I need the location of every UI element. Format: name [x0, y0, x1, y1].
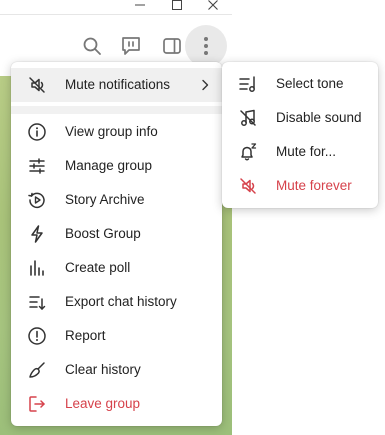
- poll-icon: [27, 258, 47, 278]
- mute-submenu: Select tone Disable sound Mute for... Mu…: [222, 62, 378, 208]
- sliders-icon: [27, 156, 47, 176]
- broom-icon: [27, 360, 47, 380]
- more-vertical-icon: [204, 37, 208, 55]
- lightning-icon: [27, 224, 47, 244]
- bell-sleep-icon: [238, 142, 258, 162]
- bell-off-icon: [27, 75, 47, 95]
- close-icon: [208, 0, 218, 10]
- more-options-button[interactable]: [185, 25, 227, 67]
- menu-item-export-chat-history[interactable]: Export chat history: [11, 285, 222, 319]
- menu-item-leave-group[interactable]: Leave group: [11, 387, 222, 421]
- close-button[interactable]: [195, 0, 231, 14]
- live-stream-icon: [122, 37, 140, 55]
- menu-item-manage-group[interactable]: Manage group: [11, 149, 222, 183]
- live-stream-button[interactable]: [118, 33, 144, 59]
- menu-item-boost-group[interactable]: Boost Group: [11, 217, 222, 251]
- note-off-icon: [238, 108, 258, 128]
- info-icon: [27, 122, 47, 142]
- menu-item-label: Leave group: [65, 396, 141, 411]
- export-icon: [27, 292, 47, 312]
- menu-item-create-poll[interactable]: Create poll: [11, 251, 222, 285]
- minimize-button[interactable]: [122, 0, 158, 14]
- minimize-icon: [135, 4, 145, 6]
- submenu-item-label: Mute for...: [276, 144, 337, 159]
- chat-options-menu: Mute notifications View group info Manag…: [11, 62, 222, 426]
- menu-item-label: Report: [65, 328, 106, 343]
- menu-item-label: Clear history: [65, 362, 141, 377]
- menu-item-label: View group info: [65, 124, 158, 139]
- menu-item-label: Create poll: [65, 260, 131, 275]
- submenu-item-label: Mute forever: [276, 178, 352, 193]
- chevron-right-icon: [202, 79, 209, 91]
- submenu-item-label: Select tone: [276, 76, 344, 91]
- maximize-icon: [172, 0, 182, 10]
- sidebar-toggle-icon: [163, 38, 181, 54]
- menu-separator: [11, 106, 222, 114]
- menu-item-label: Manage group: [65, 158, 153, 173]
- menu-item-clear-history[interactable]: Clear history: [11, 353, 222, 387]
- menu-item-view-group-info[interactable]: View group info: [11, 115, 222, 149]
- submenu-item-mute-forever[interactable]: Mute forever: [222, 169, 378, 203]
- bell-off-icon: [238, 176, 258, 196]
- menu-item-label: Story Archive: [65, 192, 145, 207]
- report-icon: [27, 326, 47, 346]
- menu-item-story-archive[interactable]: Story Archive: [11, 183, 222, 217]
- search-icon: [83, 37, 101, 55]
- music-list-icon: [238, 74, 258, 94]
- archive-history-icon: [27, 190, 47, 210]
- leave-icon: [27, 394, 47, 414]
- title-bar: [0, 0, 232, 14]
- menu-item-label: Export chat history: [65, 294, 177, 309]
- search-button[interactable]: [79, 33, 105, 59]
- menu-item-mute-notifications[interactable]: Mute notifications: [11, 68, 222, 102]
- submenu-item-select-tone[interactable]: Select tone: [222, 67, 378, 101]
- sidebar-toggle-button[interactable]: [159, 33, 185, 59]
- maximize-button[interactable]: [159, 0, 195, 14]
- submenu-item-mute-for[interactable]: Mute for...: [222, 135, 378, 169]
- menu-item-label: Mute notifications: [65, 77, 171, 92]
- menu-item-report[interactable]: Report: [11, 319, 222, 353]
- submenu-item-label: Disable sound: [276, 110, 362, 125]
- menu-item-label: Boost Group: [65, 226, 141, 241]
- submenu-item-disable-sound[interactable]: Disable sound: [222, 101, 378, 135]
